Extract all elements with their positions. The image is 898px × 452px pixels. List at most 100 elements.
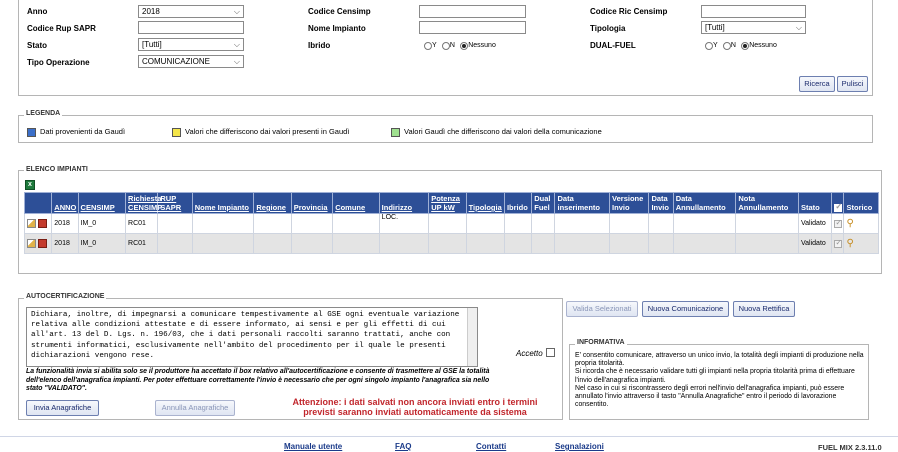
dual-fuel-radio-nessuno[interactable]	[741, 41, 750, 50]
col-dual-fuel: Dual Fuel	[531, 192, 556, 214]
row-checkbox[interactable]	[834, 238, 843, 248]
delete-icon[interactable]	[37, 239, 47, 248]
tipo-operazione-label: Tipo Operazione	[27, 58, 90, 67]
footer-divider	[0, 436, 898, 437]
cell-anno: 2018	[51, 233, 79, 254]
codice-rup-input[interactable]	[138, 21, 244, 34]
dual-fuel-radio-y[interactable]	[705, 41, 713, 50]
pulisci-button[interactable]: Pulisci	[837, 76, 868, 92]
col-provincia[interactable]: Provincia	[290, 192, 334, 214]
tipologia-value: [Tutti]	[705, 23, 725, 32]
nuova-rettifica-button[interactable]: Nuova Rettifica	[733, 301, 795, 317]
accetto-checkbox[interactable]	[546, 348, 555, 357]
magnifier-icon[interactable]: ⚲	[846, 218, 853, 229]
col-tipologia[interactable]: Tipologia	[465, 192, 505, 214]
legenda-swatch-green	[391, 127, 400, 137]
magnifier-icon[interactable]: ⚲	[846, 238, 853, 249]
invia-anagrafiche-button[interactable]: Invia Anagrafiche	[26, 400, 99, 416]
cell-stato: Validato	[798, 233, 833, 254]
radio-y-label: Y	[713, 42, 718, 50]
tipologia-label: Tipologia	[590, 24, 626, 33]
nome-impianto-input[interactable]	[419, 21, 526, 34]
ibrido-radio-nessuno[interactable]	[460, 41, 469, 50]
anno-label: Anno	[27, 7, 48, 16]
autocert-textarea[interactable]: Dichiara, inoltre, di impegnarsi a comun…	[26, 307, 478, 367]
radio-n-label: N	[730, 42, 736, 50]
cell-anno: 2018	[51, 213, 79, 234]
contatti-link[interactable]: Contatti	[476, 442, 506, 451]
table-row: 2018 IM_0 RC01 LOC. Validato ⚲	[23, 213, 879, 234]
codice-rup-label: Codice Rup SAPR	[27, 24, 96, 33]
anno-select[interactable]: 2018 ⌵	[138, 5, 244, 18]
col-censimp[interactable]: CENSIMP	[77, 192, 127, 214]
table-row: 2018 IM_0 RC01 Validato ⚲	[23, 233, 879, 254]
informativa-text: E' consentito comunicare, attraverso un …	[575, 352, 864, 409]
excel-export-icon[interactable]: x	[25, 180, 35, 190]
chevron-down-icon: ⌵	[233, 57, 240, 66]
segnalazioni-link[interactable]: Segnalazioni	[555, 442, 604, 451]
annulla-anagrafiche-button[interactable]: Annulla Anagrafiche	[155, 400, 235, 416]
cell-censimp: IM_0	[77, 213, 127, 234]
col-nota-annullamento: Nota Annullamento	[735, 192, 800, 214]
delete-icon[interactable]	[37, 219, 47, 228]
legenda-item: Dati provenienti da Gaudì	[27, 127, 125, 137]
col-richiesta-censimp[interactable]: Richiesta CENSIMP	[125, 192, 162, 214]
ibrido-radio-group: Y N Nessuno	[424, 41, 499, 50]
textarea-scrollbar[interactable]	[467, 308, 477, 366]
cell-richiesta: RC01	[125, 233, 159, 254]
row-actions	[23, 233, 53, 254]
ibrido-radio-n[interactable]	[441, 41, 450, 50]
col-versione-invio: Versione Invio	[609, 192, 650, 214]
legenda-label: Dati provenienti da Gaudì	[40, 127, 126, 136]
cell-richiesta: RC01	[125, 213, 159, 234]
codice-censimp-input[interactable]	[419, 5, 526, 18]
codice-ric-censimp-input[interactable]	[701, 5, 806, 18]
col-potenza[interactable]: Potenza UP kW	[428, 192, 467, 214]
chevron-down-icon: ⌵	[795, 23, 802, 32]
col-regione[interactable]: Regione	[253, 192, 292, 214]
legenda-label: Valori Gaudì che differiscono dai valori…	[404, 127, 602, 136]
col-comune[interactable]: Comune	[332, 192, 380, 214]
legenda-swatch-blue	[27, 127, 36, 137]
ricerca-button[interactable]: Ricerca	[799, 76, 835, 92]
faq-link[interactable]: FAQ	[395, 442, 411, 451]
dual-fuel-radio-n[interactable]	[722, 41, 731, 50]
col-data-annullamento: Data Annullamento	[672, 192, 737, 214]
col-actions	[23, 192, 53, 214]
col-data-inserimento: Data inserimento	[554, 192, 611, 214]
stato-select[interactable]: [Tutti] ⌵	[138, 38, 244, 51]
legenda-swatch-yellow	[172, 127, 181, 137]
cell-stato: Validato	[798, 213, 833, 234]
edit-icon[interactable]	[27, 239, 36, 248]
nome-impianto-label: Nome Impianto	[308, 24, 366, 33]
manuale-utente-link[interactable]: Manuale utente	[284, 442, 342, 451]
col-rup-sapr[interactable]: RUP SAPR	[157, 192, 193, 214]
radio-nessuno-label: Nessuno	[468, 42, 496, 50]
nuova-comunicazione-button[interactable]: Nuova Comunicazione	[642, 301, 729, 317]
col-data-invio: Data Invio	[648, 192, 674, 214]
legenda-title: LEGENDA	[24, 110, 63, 117]
informativa-title: INFORMATIVA	[575, 339, 627, 346]
valida-selezionati-button[interactable]: Valida Selezionati	[566, 301, 638, 317]
col-nome-impianto[interactable]: Nome Impianto	[191, 192, 255, 214]
dual-fuel-label: DUAL-FUEL	[590, 41, 636, 50]
tipo-operazione-select[interactable]: COMUNICAZIONE ⌵	[138, 55, 244, 68]
stato-value: [Tutti]	[142, 40, 162, 49]
col-select-all[interactable]	[831, 192, 845, 214]
col-indirizzo[interactable]: Indirizzo	[378, 192, 430, 214]
radio-nessuno-label: Nessuno	[749, 42, 777, 50]
ibrido-radio-y[interactable]	[424, 41, 432, 50]
autocert-note: La funzionalità invia si abilita solo se…	[26, 368, 490, 392]
row-checkbox[interactable]	[834, 218, 843, 228]
tipo-operazione-value: COMUNICAZIONE	[142, 57, 210, 66]
stato-label: Stato	[27, 41, 47, 50]
edit-icon[interactable]	[27, 219, 36, 228]
col-anno[interactable]: ANNO	[51, 192, 79, 214]
select-all-checkbox[interactable]	[834, 202, 843, 212]
version-label: FUEL MIX 2.3.11.0	[818, 443, 882, 452]
autocert-title: AUTOCERTIFICAZIONE	[24, 293, 107, 300]
tipologia-select[interactable]: [Tutti] ⌵	[701, 21, 806, 34]
cell-indirizzo: LOC.	[378, 213, 430, 234]
col-ibrido: Ibrido	[503, 192, 533, 214]
ibrido-label: Ibrido	[308, 41, 331, 50]
